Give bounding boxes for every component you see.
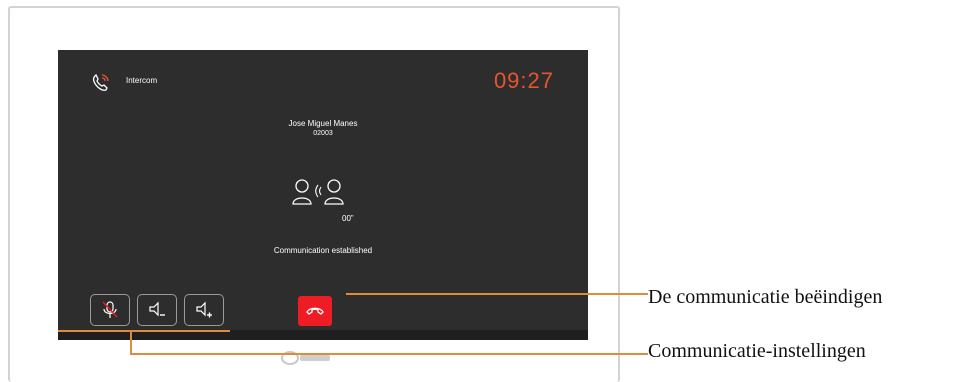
mode-label: Intercom bbox=[126, 76, 158, 85]
volume-up-button[interactable] bbox=[184, 294, 224, 326]
caller-id: 02003 bbox=[313, 130, 333, 137]
microphone-muted-icon bbox=[102, 301, 118, 318]
speaker-minus-icon bbox=[149, 301, 165, 317]
settings-callout-label: Communicatie-instellingen bbox=[648, 340, 866, 362]
settings-bracket-line bbox=[58, 330, 230, 332]
hangup-icon bbox=[306, 307, 324, 315]
settings-callout-stem bbox=[130, 331, 132, 355]
mute-microphone-button[interactable] bbox=[90, 294, 130, 326]
call-duration: 00” bbox=[342, 214, 354, 223]
volume-down-button[interactable] bbox=[137, 294, 177, 326]
settings-callout-line bbox=[130, 353, 648, 355]
speaker-plus-icon bbox=[196, 301, 212, 318]
intercom-monitor: Intercom 09:27 Jose Miguel Manes 02003 0… bbox=[8, 6, 620, 382]
call-users-icon bbox=[292, 177, 362, 207]
intercom-call-icon bbox=[90, 72, 112, 94]
end-call-button[interactable] bbox=[298, 296, 332, 326]
caller-name: Jose Miguel Manes bbox=[288, 119, 358, 128]
end-call-callout-line bbox=[346, 293, 648, 295]
end-call-callout-label: De communicatie beëindigen bbox=[648, 286, 883, 308]
clock: 09:27 bbox=[493, 68, 554, 93]
call-status: Communication established bbox=[273, 246, 373, 255]
monitor-screen: Intercom 09:27 Jose Miguel Manes 02003 0… bbox=[58, 50, 588, 340]
